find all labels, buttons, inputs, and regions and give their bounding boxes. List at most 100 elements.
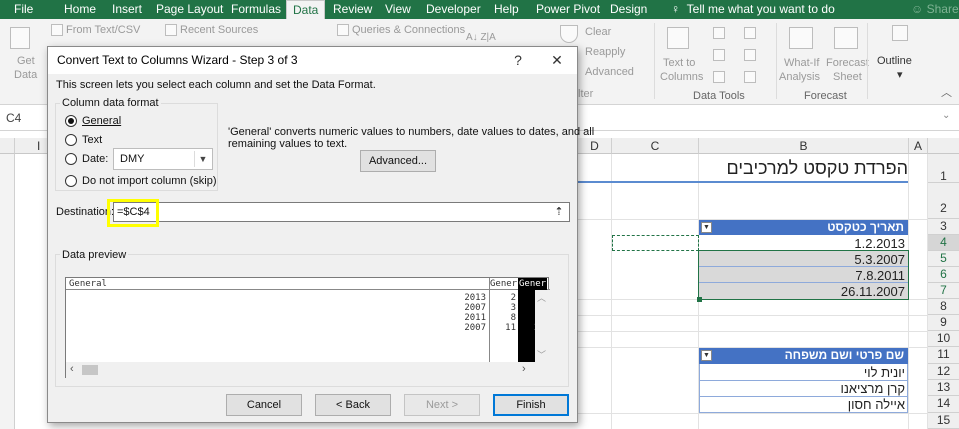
collapse-ribbon-icon[interactable]: ︿: [941, 87, 952, 100]
tab-developer[interactable]: Developer: [420, 0, 487, 19]
fill-handle[interactable]: [697, 297, 702, 302]
destination-input[interactable]: =$C$4 ⇡: [113, 202, 570, 222]
preview-col-header[interactable]: Gener: [490, 279, 517, 289]
tab-formulas[interactable]: Formulas: [225, 0, 287, 19]
chevron-down-icon[interactable]: ▼: [194, 151, 211, 167]
row-header[interactable]: 6: [928, 267, 959, 283]
relationships-icon[interactable]: [744, 49, 756, 61]
data-preview-pane[interactable]: General Gener Gener 2013 2007 2011 2007 …: [65, 277, 550, 378]
col-header-a[interactable]: A: [909, 138, 928, 154]
row-header[interactable]: 11: [928, 347, 959, 364]
data-validation-icon[interactable]: [713, 71, 725, 83]
preview-cell: 2013: [464, 293, 486, 303]
help-button[interactable]: ?: [507, 50, 529, 70]
forecast-sheet-label-1[interactable]: Forecast: [826, 57, 869, 70]
queries-connections-button[interactable]: Queries & Connections: [352, 24, 465, 37]
recent-sources-button[interactable]: Recent Sources: [180, 24, 258, 37]
expand-formula-bar-icon[interactable]: ⌄: [942, 110, 950, 121]
preview-col-header[interactable]: General: [69, 279, 107, 289]
general-option-label[interactable]: General: [82, 115, 121, 127]
tab-file[interactable]: File: [8, 0, 39, 19]
text-radio[interactable]: [65, 134, 77, 146]
flash-fill-icon[interactable]: [713, 27, 725, 39]
text-to-columns-label-1[interactable]: Text to: [663, 57, 695, 70]
row-header[interactable]: 5: [928, 251, 959, 267]
get-data-label-1[interactable]: Get: [17, 55, 35, 68]
row-header[interactable]: 10: [928, 331, 959, 347]
close-button[interactable]: ✕: [546, 50, 568, 70]
advanced-button[interactable]: Advanced...: [360, 150, 436, 172]
collapse-dialog-icon[interactable]: ⇡: [550, 204, 568, 220]
dialog-title-bar[interactable]: Convert Text to Columns Wizard - Step 3 …: [48, 47, 577, 74]
tab-data[interactable]: Data: [286, 0, 326, 19]
tell-me-box[interactable]: ♀ Tell me what you want to do: [665, 0, 841, 19]
date-radio[interactable]: [65, 153, 77, 165]
data-preview-label: Data preview: [60, 249, 129, 261]
row-header[interactable]: 12: [928, 364, 959, 380]
filter-dropdown-icon[interactable]: ▼: [701, 350, 712, 361]
col-header-c[interactable]: C: [612, 138, 699, 154]
row-header[interactable]: 1: [928, 154, 959, 183]
sort-az-icon[interactable]: A↓ Z|A: [466, 31, 496, 44]
row-header[interactable]: 2: [928, 183, 959, 219]
outline-button[interactable]: Outline: [877, 55, 912, 68]
skip-column-radio[interactable]: [65, 175, 77, 187]
consolidate-icon[interactable]: [744, 27, 756, 39]
what-if-label-2[interactable]: Analysis: [779, 71, 820, 84]
table2-cell[interactable]: איילה חסון: [699, 397, 905, 412]
tab-power-pivot[interactable]: Power Pivot: [530, 0, 606, 19]
skip-column-label[interactable]: Do not import column (skip): [82, 175, 217, 187]
left-scroll-strip[interactable]: [0, 154, 15, 429]
row-header[interactable]: 3: [928, 219, 959, 235]
table2-cell[interactable]: קרן מרציאנו: [699, 381, 905, 396]
row-header-selected[interactable]: 4: [928, 235, 959, 251]
remove-duplicates-icon[interactable]: [713, 49, 725, 61]
tab-review[interactable]: Review: [327, 0, 378, 19]
row-header[interactable]: 8: [928, 299, 959, 315]
preview-vertical-scrollbar[interactable]: ︿ ﹀: [535, 290, 549, 362]
scroll-left-icon[interactable]: ‹: [70, 363, 74, 375]
select-all-corner[interactable]: [0, 138, 15, 154]
filter-dropdown-icon[interactable]: ▼: [701, 222, 712, 233]
tab-design[interactable]: Design: [604, 0, 653, 19]
tab-page-layout[interactable]: Page Layout: [150, 0, 229, 19]
from-text-csv-button[interactable]: From Text/CSV: [66, 24, 140, 37]
row-header[interactable]: 14: [928, 396, 959, 413]
text-to-columns-label-2[interactable]: Columns: [660, 71, 703, 84]
outline-chevron-icon[interactable]: ▾: [897, 69, 903, 82]
text-option-label[interactable]: Text: [82, 134, 102, 146]
forecast-sheet-label-2[interactable]: Sheet: [833, 71, 862, 84]
share-button[interactable]: ☺ Share: [905, 0, 959, 19]
tab-home[interactable]: Home: [58, 0, 102, 19]
advanced-filter-button[interactable]: Advanced: [585, 66, 634, 79]
table2-cell[interactable]: יונית לוי: [699, 365, 905, 380]
scroll-down-icon[interactable]: ﹀: [537, 348, 546, 361]
preview-col-header[interactable]: Gener: [519, 279, 546, 289]
tab-view[interactable]: View: [379, 0, 417, 19]
what-if-label-1[interactable]: What-If: [784, 57, 819, 70]
col-header-d[interactable]: D: [578, 138, 612, 154]
date-format-select[interactable]: DMY ▼: [113, 148, 213, 170]
cancel-button[interactable]: Cancel: [226, 394, 302, 416]
data-model-icon[interactable]: [744, 71, 756, 83]
date-option-label[interactable]: Date:: [82, 153, 108, 165]
row-header[interactable]: 7: [928, 283, 959, 299]
clear-button[interactable]: Clear: [585, 26, 611, 39]
row-header[interactable]: 9: [928, 315, 959, 331]
scroll-up-icon[interactable]: ︿: [537, 291, 546, 304]
row-header[interactable]: 15: [928, 413, 959, 429]
table1-cell[interactable]: 1.2.2013: [699, 236, 905, 251]
scroll-thumb[interactable]: [82, 365, 98, 375]
back-button[interactable]: < Back: [315, 394, 391, 416]
row-header[interactable]: 13: [928, 380, 959, 396]
preview-horizontal-scrollbar[interactable]: ‹ ›: [66, 362, 550, 378]
scroll-right-icon[interactable]: ›: [522, 363, 526, 375]
tab-insert[interactable]: Insert: [106, 0, 148, 19]
get-data-label-2[interactable]: Data: [14, 69, 37, 82]
tab-help[interactable]: Help: [488, 0, 525, 19]
finish-button[interactable]: Finish: [493, 394, 569, 416]
reapply-button[interactable]: Reapply: [585, 46, 625, 59]
filter-icon[interactable]: [560, 25, 578, 43]
col-header-b[interactable]: B: [699, 138, 909, 154]
general-radio[interactable]: [65, 115, 77, 127]
